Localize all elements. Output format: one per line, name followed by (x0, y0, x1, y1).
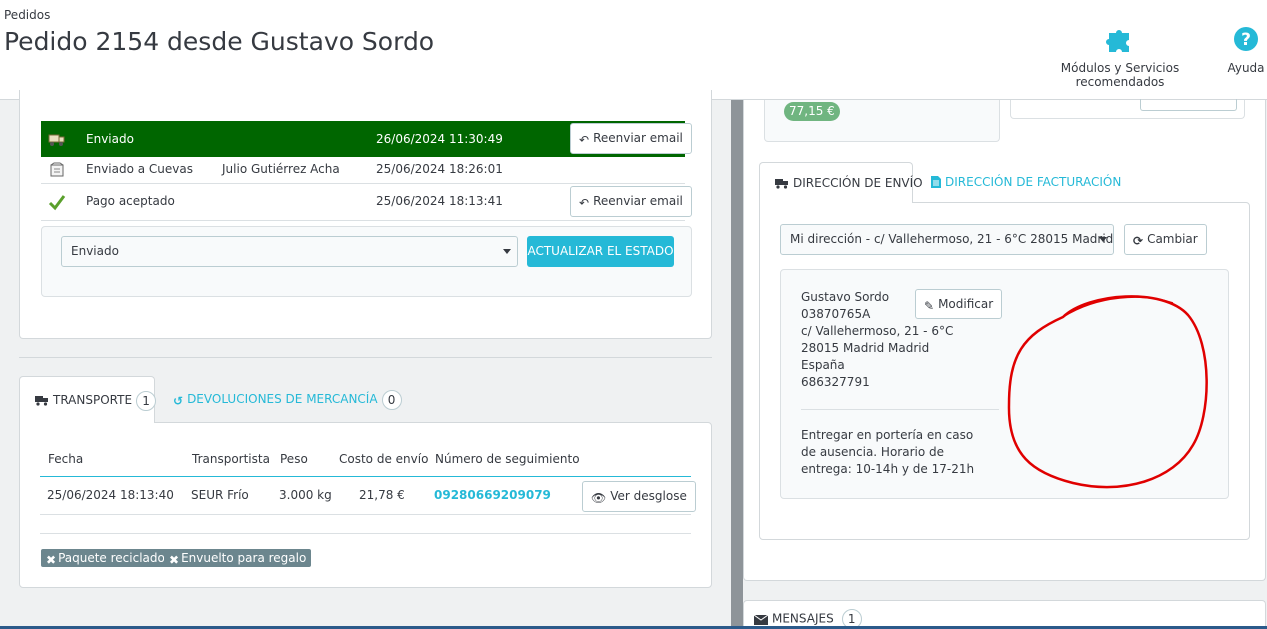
package-icon (50, 162, 64, 177)
truck-icon (35, 396, 48, 406)
view-breakdown-label: Ver desglose (610, 489, 687, 503)
recommended-modules-button[interactable]: Módulos y Servicios recomendados (1023, 24, 1217, 89)
refresh-icon: ⟳ (1133, 234, 1144, 248)
shipment-weight: 3.000 kg (279, 488, 332, 502)
help-label: Ayuda (1227, 61, 1265, 75)
truck-icon (48, 134, 65, 146)
transport-count-badge: 1 (136, 390, 157, 411)
recycled-package-label: ✖ Paquete reciclado (41, 549, 170, 567)
tab-shipping-address[interactable]: DIRECCIÓN DE ENVÍO (759, 162, 923, 203)
update-state-button[interactable]: ACTUALIZAR EL ESTADO (527, 236, 674, 267)
resend-email-button[interactable]: ↶ Reenviar email (570, 186, 692, 217)
envelope-icon (754, 614, 768, 625)
resend-email-label: Reenviar email (593, 131, 683, 145)
tab-transport-label: TRANSPORTE (53, 393, 133, 407)
document-icon (931, 176, 941, 188)
gift-wrapping-label: ✖ Envuelto para regalo (164, 549, 312, 567)
messages-label: MENSAJES (772, 611, 834, 626)
tab-transport[interactable]: TRANSPORTE 1 (19, 376, 157, 423)
address-dni: 03870765A (801, 307, 871, 321)
tab-billing-address[interactable]: DIRECCIÓN DE FACTURACIÓN (916, 162, 1121, 203)
tab-returns[interactable]: ↺ DEVOLUCIONES DE MERCANCÍA 0 (158, 376, 402, 423)
view-breakdown-button[interactable]: 👁 Ver desglose (582, 481, 696, 512)
section-divider (19, 357, 712, 358)
address-country: España (801, 358, 845, 372)
address-name: Gustavo Sordo (801, 290, 890, 304)
recycled-package-text: Paquete reciclado (58, 551, 165, 565)
order-history-panel: Enviado 26/06/2024 11:30:49 ↶ Reenviar em… (19, 90, 712, 339)
table-header-divider (40, 476, 691, 477)
change-address-button[interactable]: ⟳ Cambiar (1124, 224, 1207, 255)
shipment-cost: 21,78 € (359, 488, 405, 502)
address-city: 28015 Madrid Madrid (801, 341, 930, 355)
page-header: Pedidos Pedido 2154 desde Gustavo Sordo … (0, 0, 1267, 100)
messages-panel: MENSAJES 1 (743, 600, 1266, 629)
history-row: Enviado a Cuevas Julio Gutiérrez Acha 25… (41, 157, 685, 184)
column-header-date: Fecha (48, 452, 84, 466)
history-date: 25/06/2024 18:13:41 (376, 194, 503, 208)
table-row-divider (40, 514, 691, 515)
chevron-down-icon (1099, 237, 1107, 242)
customer-action-button[interactable] (1140, 99, 1237, 111)
red-scribble-annotation (1007, 295, 1208, 489)
checkmark-icon (48, 195, 66, 211)
address-divider (801, 409, 999, 410)
order-state-select-value: Enviado (71, 244, 119, 258)
order-state-select[interactable]: Enviado (61, 236, 518, 267)
column-header-tracking-number: Número de seguimiento (435, 452, 580, 466)
column-header-carrier: Transportista (192, 452, 270, 466)
update-state-form: Enviado ACTUALIZAR EL ESTADO (41, 226, 692, 297)
truck-icon (775, 179, 788, 189)
shipment-date: 25/06/2024 18:13:40 (47, 488, 174, 502)
customer-actions-card (1010, 99, 1245, 119)
address-phone: 686327791 (801, 375, 870, 389)
address-street: c/ Vallehermoso, 21 - 6°C (801, 324, 954, 338)
history-date: 26/06/2024 11:30:49 (376, 132, 503, 146)
history-date: 25/06/2024 18:26:01 (376, 162, 503, 176)
resend-email-label: Reenviar email (593, 194, 683, 208)
edit-address-label: Modificar (938, 297, 994, 311)
column-divider (731, 100, 743, 629)
close-icon: ✖ (169, 553, 180, 567)
history-row: Pago aceptado 25/06/2024 18:13:41 ↶ Reenv… (41, 183, 692, 221)
column-header-shipping-cost: Costo de envío (339, 452, 429, 466)
transport-panel: Fecha Transportista Peso Costo de envío … (19, 422, 712, 588)
shipment-carrier: SEUR Frío (191, 488, 249, 502)
svg-text:?: ? (1241, 30, 1251, 50)
eye-icon: 👁 (591, 491, 607, 505)
history-state: Enviado (86, 132, 134, 146)
tab-returns-label: DEVOLUCIONES DE MERCANCÍA (187, 392, 378, 406)
help-button[interactable]: ? Ayuda (1226, 24, 1266, 75)
help-icon: ? (1234, 27, 1258, 51)
address-select-value: Mi dirección - c/ Vallehermoso, 21 - 6°C… (790, 232, 1114, 246)
total-spent-badge: 77,15 € (784, 102, 840, 121)
returns-count-badge: 0 (381, 389, 402, 410)
page-title: Pedido 2154 desde Gustavo Sordo (4, 27, 435, 56)
tracking-number-link[interactable]: 09280669209079 (434, 488, 551, 502)
column-header-weight: Peso (280, 452, 308, 466)
breadcrumb[interactable]: Pedidos (4, 8, 50, 22)
table-bottom-divider (40, 533, 691, 534)
tab-billing-address-label: DIRECCIÓN DE FACTURACIÓN (945, 175, 1122, 189)
reply-icon: ↶ (579, 196, 590, 210)
address-delivery-note: Entregar en portería en caso de ausencia… (801, 428, 975, 476)
tab-shipping-address-label: DIRECCIÓN DE ENVÍO (793, 176, 923, 190)
close-icon: ✖ (46, 553, 57, 567)
history-row: Enviado 26/06/2024 11:30:49 ↶ Reenviar em… (41, 121, 692, 157)
history-state: Pago aceptado (86, 194, 175, 208)
undo-icon: ↺ (173, 394, 184, 408)
history-employee: Julio Gutiérrez Acha (222, 162, 340, 176)
edit-address-button[interactable]: ✎ Modificar (915, 289, 1003, 319)
change-address-label: Cambiar (1147, 232, 1198, 246)
puzzle-icon (1106, 30, 1129, 52)
address-select[interactable]: Mi dirección - c/ Vallehermoso, 21 - 6°C… (780, 224, 1114, 255)
resend-email-button[interactable]: ↶ Reenviar email (570, 123, 692, 154)
history-state: Enviado a Cuevas (86, 162, 193, 176)
pencil-icon: ✎ (924, 299, 935, 313)
recommended-modules-label: Módulos y Servicios recomendados (1060, 61, 1180, 89)
chevron-down-icon (503, 249, 511, 254)
reply-icon: ↶ (579, 133, 590, 147)
gift-wrapping-text: Envuelto para regalo (181, 551, 307, 565)
